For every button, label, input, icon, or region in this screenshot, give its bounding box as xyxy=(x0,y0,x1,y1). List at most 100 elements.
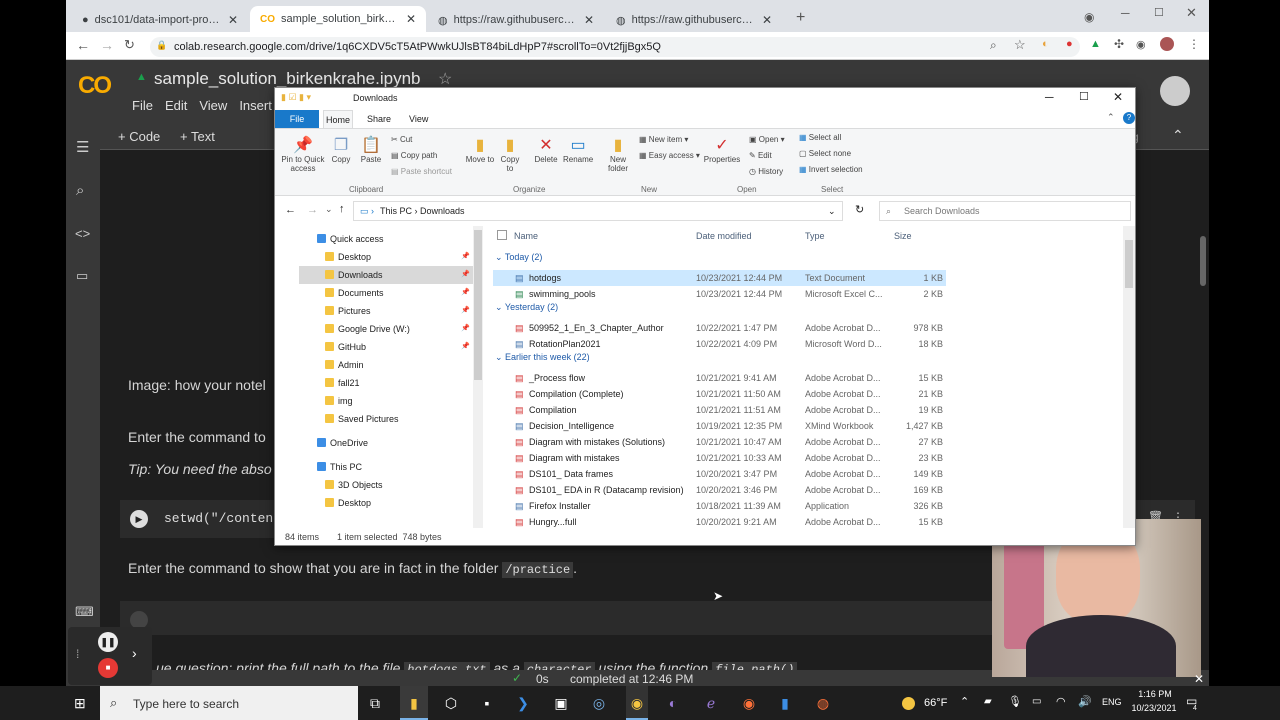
clock-time[interactable]: 1:16 PM xyxy=(1135,689,1175,699)
toc-icon[interactable]: ☰ xyxy=(76,138,89,156)
group-header[interactable]: ⌄ Today (2) xyxy=(495,252,542,263)
search-input[interactable]: ⌕ Search Downloads xyxy=(879,201,1131,221)
forward-icon[interactable]: → xyxy=(100,37,114,53)
collapse-icon[interactable]: ⌃ xyxy=(1172,127,1184,144)
tab-share[interactable]: Share xyxy=(367,114,391,124)
mic-icon[interactable]: 🎙 xyxy=(1008,695,1022,708)
reload-icon[interactable]: ↻ xyxy=(124,37,135,53)
select-all-checkbox[interactable] xyxy=(497,230,507,240)
forward-icon[interactable]: → xyxy=(307,204,318,216)
run-cell-icon[interactable]: ▶ xyxy=(130,510,148,528)
weather-icon[interactable] xyxy=(902,697,915,710)
expand-icon[interactable]: › xyxy=(132,645,137,661)
minimize-icon[interactable]: ─ xyxy=(1121,6,1130,20)
tree-item[interactable]: GitHub 📌 xyxy=(299,338,475,356)
file-row[interactable]: ▤ Decision_Intelligence 10/19/2021 12:35 P… xyxy=(493,418,946,434)
copy-to-button[interactable]: ▮ Copy to xyxy=(497,135,523,173)
stop-icon[interactable]: ■ xyxy=(98,658,118,678)
close-window-icon[interactable]: ✕ xyxy=(1186,5,1197,21)
settings-icon[interactable]: ⬡ xyxy=(440,692,462,714)
tree-item[interactable]: OneDrive xyxy=(299,434,475,452)
profile-icon[interactable]: ◉ xyxy=(1136,38,1146,51)
new-tab-button[interactable]: + xyxy=(796,9,805,27)
tree-item[interactable]: Google Drive (W:) 📌 xyxy=(299,320,475,338)
edge-icon[interactable]: ◎ xyxy=(588,692,610,714)
tree-item[interactable]: 3D Objects xyxy=(299,476,475,494)
select-all-button[interactable]: ▦ Select all xyxy=(799,133,841,142)
copy-button[interactable]: ❐ Copy xyxy=(329,135,353,164)
search-icon[interactable]: ⌕ xyxy=(76,182,84,199)
github-desktop-icon[interactable]: ◐ xyxy=(662,692,684,714)
pin-icon[interactable]: 📌 xyxy=(461,248,470,266)
pin-quick-access-button[interactable]: 📌 Pin to Quick access xyxy=(279,135,327,173)
paste-shortcut-button[interactable]: ▤ Paste shortcut xyxy=(391,167,452,176)
drive-icon[interactable]: ▲ xyxy=(1090,38,1101,50)
scrollbar[interactable] xyxy=(1200,236,1206,286)
file-row[interactable]: ▤ Compilation 10/21/2021 11:51 AM Adobe Acr… xyxy=(493,402,946,418)
emacs-icon[interactable]: ℯ xyxy=(700,692,722,714)
pause-icon[interactable]: ❚❚ xyxy=(98,632,118,652)
files-icon[interactable]: ▭ xyxy=(76,268,88,284)
tab-file[interactable]: File xyxy=(275,110,319,128)
maximize-icon[interactable]: ☐ xyxy=(1079,90,1089,103)
cut-button[interactable]: ✂ Cut xyxy=(391,135,412,144)
invert-selection-button[interactable]: ▦ Invert selection xyxy=(799,165,863,174)
star-icon[interactable]: ☆ xyxy=(438,69,452,89)
properties-button[interactable]: ✓ Properties xyxy=(703,135,741,164)
close-icon[interactable]: ✕ xyxy=(228,13,238,27)
user-avatar[interactable] xyxy=(1160,76,1190,106)
pin-icon[interactable]: 📌 xyxy=(461,266,470,284)
tab-home[interactable]: Home xyxy=(323,110,353,128)
rename-button[interactable]: ▭ Rename xyxy=(563,135,593,164)
firefox-icon[interactable]: ◉ xyxy=(738,692,760,714)
column-date-modified[interactable]: Date modified xyxy=(696,231,752,241)
tree-item[interactable]: Quick access xyxy=(299,230,475,248)
taskbar-search[interactable]: ⌕ Type here to search xyxy=(100,686,358,720)
back-icon[interactable]: ← xyxy=(76,37,90,53)
close-icon[interactable]: ✕ xyxy=(1194,672,1204,686)
breadcrumb[interactable]: ▭ › This PC › Downloads ⌄ xyxy=(353,201,843,221)
file-row[interactable]: ▤ RotationPlan2021 10/22/2021 4:09 PM Micro… xyxy=(493,336,946,352)
breadcrumb-downloads[interactable]: Downloads xyxy=(420,206,465,216)
menu-edit[interactable]: Edit xyxy=(165,98,187,113)
app-icon[interactable]: ▪ xyxy=(476,692,498,714)
terminal-icon[interactable]: ⌨ xyxy=(75,604,94,620)
menu-file[interactable]: File xyxy=(132,98,153,113)
tab-sample-solution[interactable]: CO sample_solution_birkenkrahe.ipy ✕ xyxy=(250,6,426,32)
up-icon[interactable]: ↑ xyxy=(339,203,345,215)
tree-item[interactable]: fall21 xyxy=(299,374,475,392)
history-button[interactable]: ◷ History xyxy=(749,167,783,176)
file-row[interactable]: ▤ DS101_ Data frames 10/20/2021 3:47 PM Ado… xyxy=(493,466,946,482)
add-code-button[interactable]: + Code xyxy=(118,129,160,144)
delete-button[interactable]: ✕ Delete xyxy=(531,135,561,164)
tree-item[interactable]: img xyxy=(299,392,475,410)
avatar[interactable] xyxy=(1160,37,1174,51)
copy-path-button[interactable]: ▤ Copy path xyxy=(391,151,437,160)
zoom-icon[interactable]: ⌕ xyxy=(990,38,997,53)
chrome-icon[interactable]: ◉ xyxy=(626,686,648,720)
close-icon[interactable]: ✕ xyxy=(762,13,772,27)
tree-item[interactable]: Saved Pictures xyxy=(299,410,475,428)
file-row[interactable]: ▤ Hungry...full 10/20/2021 9:21 AM Adobe Ac… xyxy=(493,514,946,530)
tree-item[interactable]: Documents 📌 xyxy=(299,284,475,302)
language-indicator[interactable]: ENG xyxy=(1102,697,1122,707)
add-text-button[interactable]: + Text xyxy=(180,129,215,144)
group-header[interactable]: ⌄ Yesterday (2) xyxy=(495,302,558,313)
close-icon[interactable]: ✕ xyxy=(406,12,416,26)
tray-icon[interactable]: ▰ xyxy=(984,696,992,707)
drag-handle-icon[interactable]: ⁞ xyxy=(76,647,79,661)
pin-icon[interactable]: 📌 xyxy=(461,284,470,302)
close-icon[interactable]: ✕ xyxy=(584,13,594,27)
pin-icon[interactable]: 📌 xyxy=(461,320,470,338)
new-item-button[interactable]: ▦ New item ▾ xyxy=(639,135,688,144)
menu-icon[interactable]: ⋮ xyxy=(1188,37,1200,51)
weather-temp[interactable]: 66°F xyxy=(924,697,947,709)
clock-date[interactable]: 10/23/2021 xyxy=(1126,703,1182,713)
tree-item[interactable]: Downloads 📌 xyxy=(299,266,475,284)
tab-raw-1[interactable]: ◍ https://raw.githubusercontent.co ✕ xyxy=(428,8,604,32)
close-icon[interactable]: ✕ xyxy=(1113,90,1123,104)
terminal-icon[interactable]: ▣ xyxy=(550,692,572,714)
menu-view[interactable]: View xyxy=(199,98,227,113)
list-scrollbar[interactable] xyxy=(1123,226,1135,528)
file-row[interactable]: ▤ Compilation (Complete) 10/21/2021 11:50 … xyxy=(493,386,946,402)
